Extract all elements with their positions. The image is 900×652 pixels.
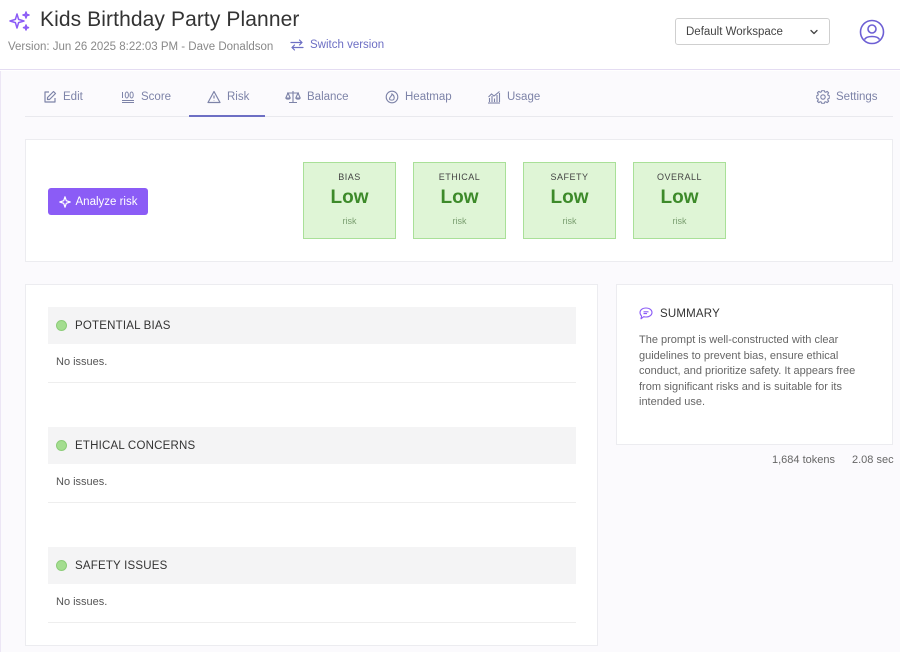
analyze-risk-button[interactable]: Analyze risk	[48, 188, 148, 215]
status-dot	[56, 320, 67, 331]
score-ethical: ETHICAL Low risk	[413, 162, 506, 239]
issue-header-ethical[interactable]: ETHICAL CONCERNS	[48, 427, 576, 464]
tab-heatmap[interactable]: Heatmap	[385, 90, 452, 117]
tab-usage[interactable]: Usage	[487, 91, 540, 117]
issue-header-bias[interactable]: POTENTIAL BIAS	[48, 307, 576, 344]
tab-score-label: Score	[141, 91, 172, 103]
active-tab-indicator	[189, 115, 265, 117]
tab-settings[interactable]: Settings	[816, 90, 878, 117]
issue-title: SAFETY ISSUES	[75, 559, 168, 572]
score-value: Low	[440, 187, 479, 208]
status-dot	[56, 440, 67, 451]
scale-icon	[285, 91, 301, 104]
switch-version-link[interactable]: Switch version	[290, 39, 384, 51]
score-label: OVERALL	[656, 172, 703, 182]
version-label: Version: Jun 26 2025 8:22:03 PM - Dave D…	[8, 41, 274, 53]
tab-heatmap-label: Heatmap	[405, 91, 452, 103]
gear-icon	[816, 90, 830, 104]
sparkle-icon	[58, 195, 71, 208]
user-avatar-icon[interactable]	[859, 19, 885, 45]
issues-card: POTENTIAL BIAS No issues. ETHICAL CONCER…	[25, 284, 598, 646]
tab-risk-label: Risk	[227, 91, 250, 103]
score-value: Low	[550, 187, 589, 208]
score-value: Low	[660, 187, 699, 208]
app-header: Kids Birthday Party Planner Version: Jun…	[0, 0, 900, 70]
score-bias: BIAS Low risk	[303, 162, 396, 239]
summary-heading: SUMMARY	[639, 307, 720, 320]
warning-triangle-icon	[207, 90, 221, 104]
issue-body-ethical: No issues.	[48, 464, 576, 503]
tab-risk[interactable]: Risk	[207, 90, 250, 117]
risk-scores-card: Analyze risk BIAS Low risk ETHICAL Low r…	[25, 139, 893, 262]
swap-icon	[290, 39, 304, 51]
tab-balance-label: Balance	[307, 91, 349, 103]
chart-icon	[488, 91, 501, 104]
chevron-down-icon	[810, 29, 818, 35]
workspace-select[interactable]: Default Workspace	[675, 18, 830, 45]
score-value: Low	[330, 187, 369, 208]
analyze-risk-label: Analyze risk	[75, 195, 138, 208]
issue-body-bias: No issues.	[48, 344, 576, 383]
score-sub: risk	[672, 216, 687, 226]
sparkles-icon	[9, 11, 30, 31]
heatmap-icon	[385, 90, 399, 104]
tab-edit-label: Edit	[63, 91, 83, 103]
score-100-icon	[122, 91, 134, 103]
issue-title: ETHICAL CONCERNS	[75, 439, 196, 452]
tab-bar: Edit Score Risk Balance Heatmap Usage Se…	[25, 71, 893, 117]
score-sub: risk	[342, 216, 357, 226]
summary-card: SUMMARY The prompt is well-constructed w…	[616, 284, 893, 445]
score-label: SAFETY	[550, 172, 589, 182]
edit-icon	[44, 90, 57, 103]
score-sub: risk	[452, 216, 467, 226]
chat-bubble-icon	[639, 307, 653, 320]
issue-header-safety[interactable]: SAFETY ISSUES	[48, 547, 576, 584]
score-label: ETHICAL	[438, 172, 481, 182]
elapsed-time: 2.08 sec	[852, 454, 894, 466]
tab-usage-label: Usage	[507, 91, 541, 103]
page-title: Kids Birthday Party Planner	[40, 8, 300, 31]
main-area: Edit Score Risk Balance Heatmap Usage Se…	[0, 71, 900, 652]
summary-title: SUMMARY	[660, 307, 720, 320]
score-label: BIAS	[338, 172, 361, 182]
tab-score[interactable]: Score	[121, 91, 171, 117]
status-dot	[56, 560, 67, 571]
score-overall: OVERALL Low risk	[633, 162, 726, 239]
switch-version-label: Switch version	[310, 39, 385, 51]
summary-text: The prompt is well-constructed with clea…	[639, 334, 856, 409]
score-safety: SAFETY Low risk	[523, 162, 616, 239]
issue-title: POTENTIAL BIAS	[75, 319, 171, 332]
token-count: 1,684 tokens	[772, 454, 835, 466]
workspace-value: Default Workspace	[686, 26, 783, 38]
tab-edit[interactable]: Edit	[43, 90, 83, 117]
tab-balance[interactable]: Balance	[285, 91, 349, 117]
score-sub: risk	[562, 216, 577, 226]
tab-settings-label: Settings	[836, 91, 878, 103]
issue-body-safety: No issues.	[48, 584, 576, 623]
